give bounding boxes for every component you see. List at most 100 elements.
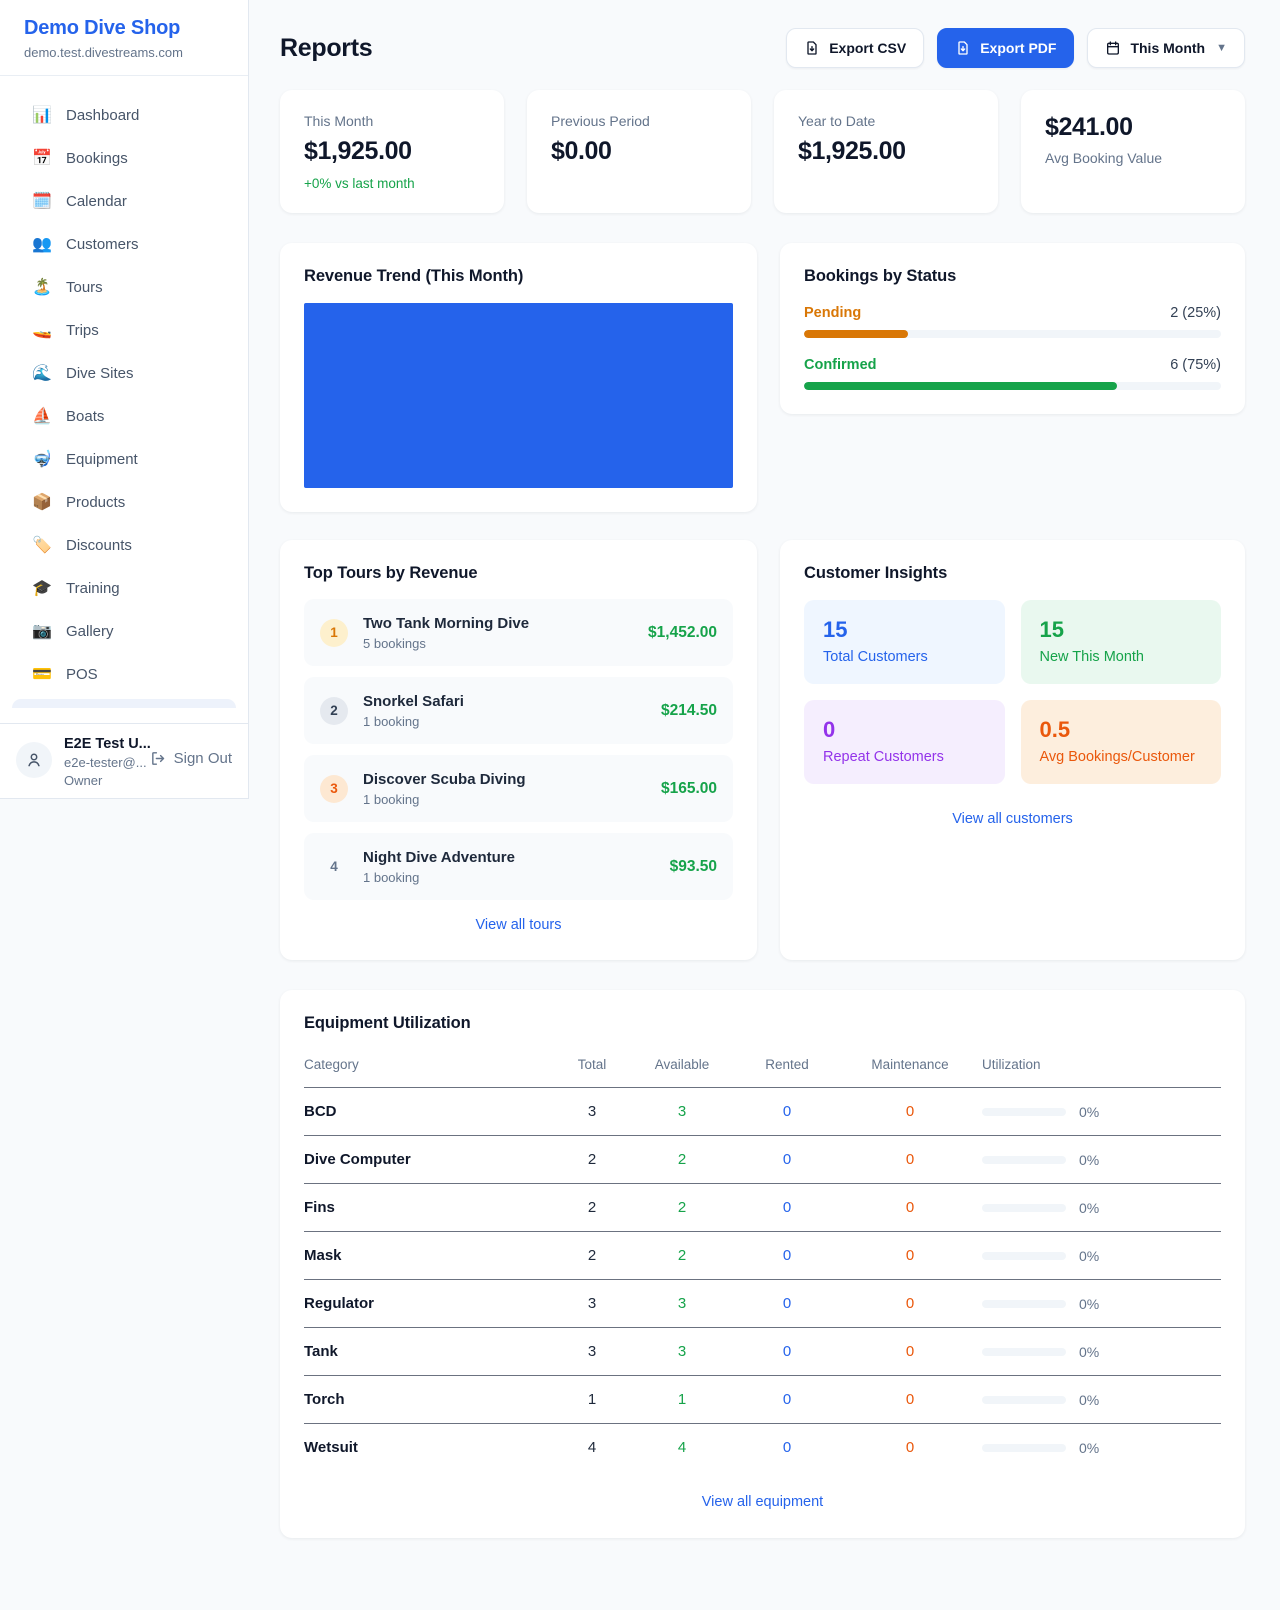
revenue-trend-chart [304, 303, 733, 488]
tile-label: Repeat Customers [823, 749, 986, 765]
equipment-table-header: Category Total Available Rented Maintena… [304, 1045, 1221, 1088]
bookings-calendar-icon: 📅 [32, 147, 52, 170]
sidebar-item-reports-partial[interactable] [12, 699, 236, 708]
equipment-available: 1 [628, 1376, 736, 1424]
equipment-total: 2 [556, 1136, 628, 1184]
sidebar-item-training[interactable]: 🎓 Training [12, 567, 236, 610]
tour-bookings: 5 bookings [363, 636, 633, 651]
tour-name: Snorkel Safari [363, 693, 646, 710]
stat-value: $0.00 [551, 137, 727, 166]
status-label: Pending [804, 305, 861, 321]
rank-badge: 4 [320, 853, 348, 881]
sign-out-label: Sign Out [174, 750, 232, 767]
sidebar-item-label: Dashboard [66, 104, 139, 127]
sidebar-item-pos[interactable]: 💳 POS [12, 653, 236, 696]
equipment-rented: 0 [736, 1280, 838, 1328]
sidebar-item-calendar[interactable]: 🗓️ Calendar [12, 180, 236, 223]
equipment-rented: 0 [736, 1232, 838, 1280]
equipment-total: 3 [556, 1280, 628, 1328]
sidebar-item-customers[interactable]: 👥 Customers [12, 223, 236, 266]
view-all-tours-link[interactable]: View all tours [304, 917, 733, 933]
table-row: Tank 3 3 0 0 0% [304, 1328, 1221, 1376]
charts-row: Revenue Trend (This Month) Bookings by S… [280, 243, 1245, 512]
column-header-utilization: Utilization [982, 1045, 1221, 1088]
sidebar-item-dashboard[interactable]: 📊 Dashboard [12, 94, 236, 137]
stats-row: This Month $1,925.00 +0% vs last month P… [280, 90, 1245, 213]
view-all-equipment-link[interactable]: View all equipment [304, 1494, 1221, 1510]
graduation-cap-icon: 🎓 [32, 577, 52, 600]
tag-icon: 🏷️ [32, 534, 52, 557]
utilization-bar [982, 1300, 1066, 1308]
sidebar-item-dive-sites[interactable]: 🌊 Dive Sites [12, 352, 236, 395]
sailboat-icon: ⛵ [32, 405, 52, 428]
customer-insights-title: Customer Insights [804, 564, 1221, 583]
status-row-confirmed: Confirmed 6 (75%) [804, 357, 1221, 390]
sidebar-item-discounts[interactable]: 🏷️ Discounts [12, 524, 236, 567]
header-actions: Export CSV Export PDF This Month ▼ [786, 28, 1245, 68]
sidebar-nav: 📊 Dashboard 📅 Bookings 🗓️ Calendar 👥 Cus… [0, 76, 248, 723]
speedboat-icon: 🚤 [32, 319, 52, 342]
equipment-maintenance: 0 [838, 1232, 982, 1280]
view-all-customers-link[interactable]: View all customers [804, 811, 1221, 827]
utilization-bar [982, 1252, 1066, 1260]
sidebar-item-products[interactable]: 📦 Products [12, 481, 236, 524]
sidebar-user-footer: E2E Test U... e2e-tester@... Owner Sign … [0, 723, 248, 798]
sign-out-button[interactable]: Sign Out [150, 750, 232, 767]
revenue-trend-panel: Revenue Trend (This Month) [280, 243, 757, 512]
main-content: Reports Export CSV Export PDF This Month [280, 0, 1245, 1538]
equipment-rented: 0 [736, 1328, 838, 1376]
utilization-percent: 0% [1079, 1152, 1099, 1168]
equipment-available: 3 [628, 1328, 736, 1376]
shop-title: Demo Dive Shop [24, 17, 224, 40]
equipment-utilization-title: Equipment Utilization [304, 1014, 1221, 1033]
status-count: 2 (25%) [1170, 305, 1221, 321]
sidebar-item-trips[interactable]: 🚤 Trips [12, 309, 236, 352]
export-csv-button[interactable]: Export CSV [786, 28, 924, 68]
sidebar-item-label: Discounts [66, 534, 132, 557]
utilization-bar [982, 1204, 1066, 1212]
utilization-percent: 0% [1079, 1104, 1099, 1120]
equipment-maintenance: 0 [838, 1376, 982, 1424]
logout-icon [150, 750, 167, 767]
sidebar-item-equipment[interactable]: 🤿 Equipment [12, 438, 236, 481]
equipment-category: BCD [304, 1088, 556, 1136]
sidebar-item-gallery[interactable]: 📷 Gallery [12, 610, 236, 653]
equipment-rented: 0 [736, 1376, 838, 1424]
period-dropdown[interactable]: This Month ▼ [1087, 28, 1245, 68]
sidebar-item-boats[interactable]: ⛵ Boats [12, 395, 236, 438]
tile-label: Total Customers [823, 649, 986, 665]
customer-insights-panel: Customer Insights 15 Total Customers 15 … [780, 540, 1245, 960]
sidebar-item-label: Equipment [66, 448, 138, 471]
chevron-down-icon: ▼ [1216, 42, 1227, 54]
rank-badge: 3 [320, 775, 348, 803]
tour-bookings: 1 booking [363, 714, 646, 729]
sidebar-item-bookings[interactable]: 📅 Bookings [12, 137, 236, 180]
sidebar: Demo Dive Shop demo.test.divestreams.com… [0, 0, 249, 799]
utilization-bar [982, 1444, 1066, 1452]
equipment-total: 3 [556, 1328, 628, 1376]
shop-domain: demo.test.divestreams.com [24, 45, 224, 60]
sidebar-item-label: Calendar [66, 190, 127, 213]
stat-card-year-to-date: Year to Date $1,925.00 [774, 90, 998, 213]
export-pdf-button[interactable]: Export PDF [937, 28, 1074, 68]
insights-grid: 15 Total Customers 15 New This Month 0 R… [804, 600, 1221, 784]
progress-fill [804, 382, 1117, 390]
equipment-utilization-panel: Equipment Utilization Category Total Ava… [280, 990, 1245, 1538]
stat-value: $1,925.00 [304, 137, 480, 166]
column-header-total: Total [556, 1045, 628, 1088]
tour-bookings: 1 booking [363, 792, 646, 807]
tile-value: 0 [823, 717, 986, 743]
diving-mask-icon: 🤿 [32, 448, 52, 471]
rank-badge: 2 [320, 697, 348, 725]
sidebar-item-label: Products [66, 491, 125, 514]
tour-name: Discover Scuba Diving [363, 771, 646, 788]
utilization-percent: 0% [1079, 1200, 1099, 1216]
file-download-icon [804, 40, 820, 56]
equipment-category: Mask [304, 1232, 556, 1280]
credit-card-icon: 💳 [32, 663, 52, 686]
sidebar-item-tours[interactable]: 🏝️ Tours [12, 266, 236, 309]
equipment-category: Fins [304, 1184, 556, 1232]
column-header-category: Category [304, 1045, 556, 1088]
equipment-maintenance: 0 [838, 1088, 982, 1136]
equipment-maintenance: 0 [838, 1424, 982, 1472]
